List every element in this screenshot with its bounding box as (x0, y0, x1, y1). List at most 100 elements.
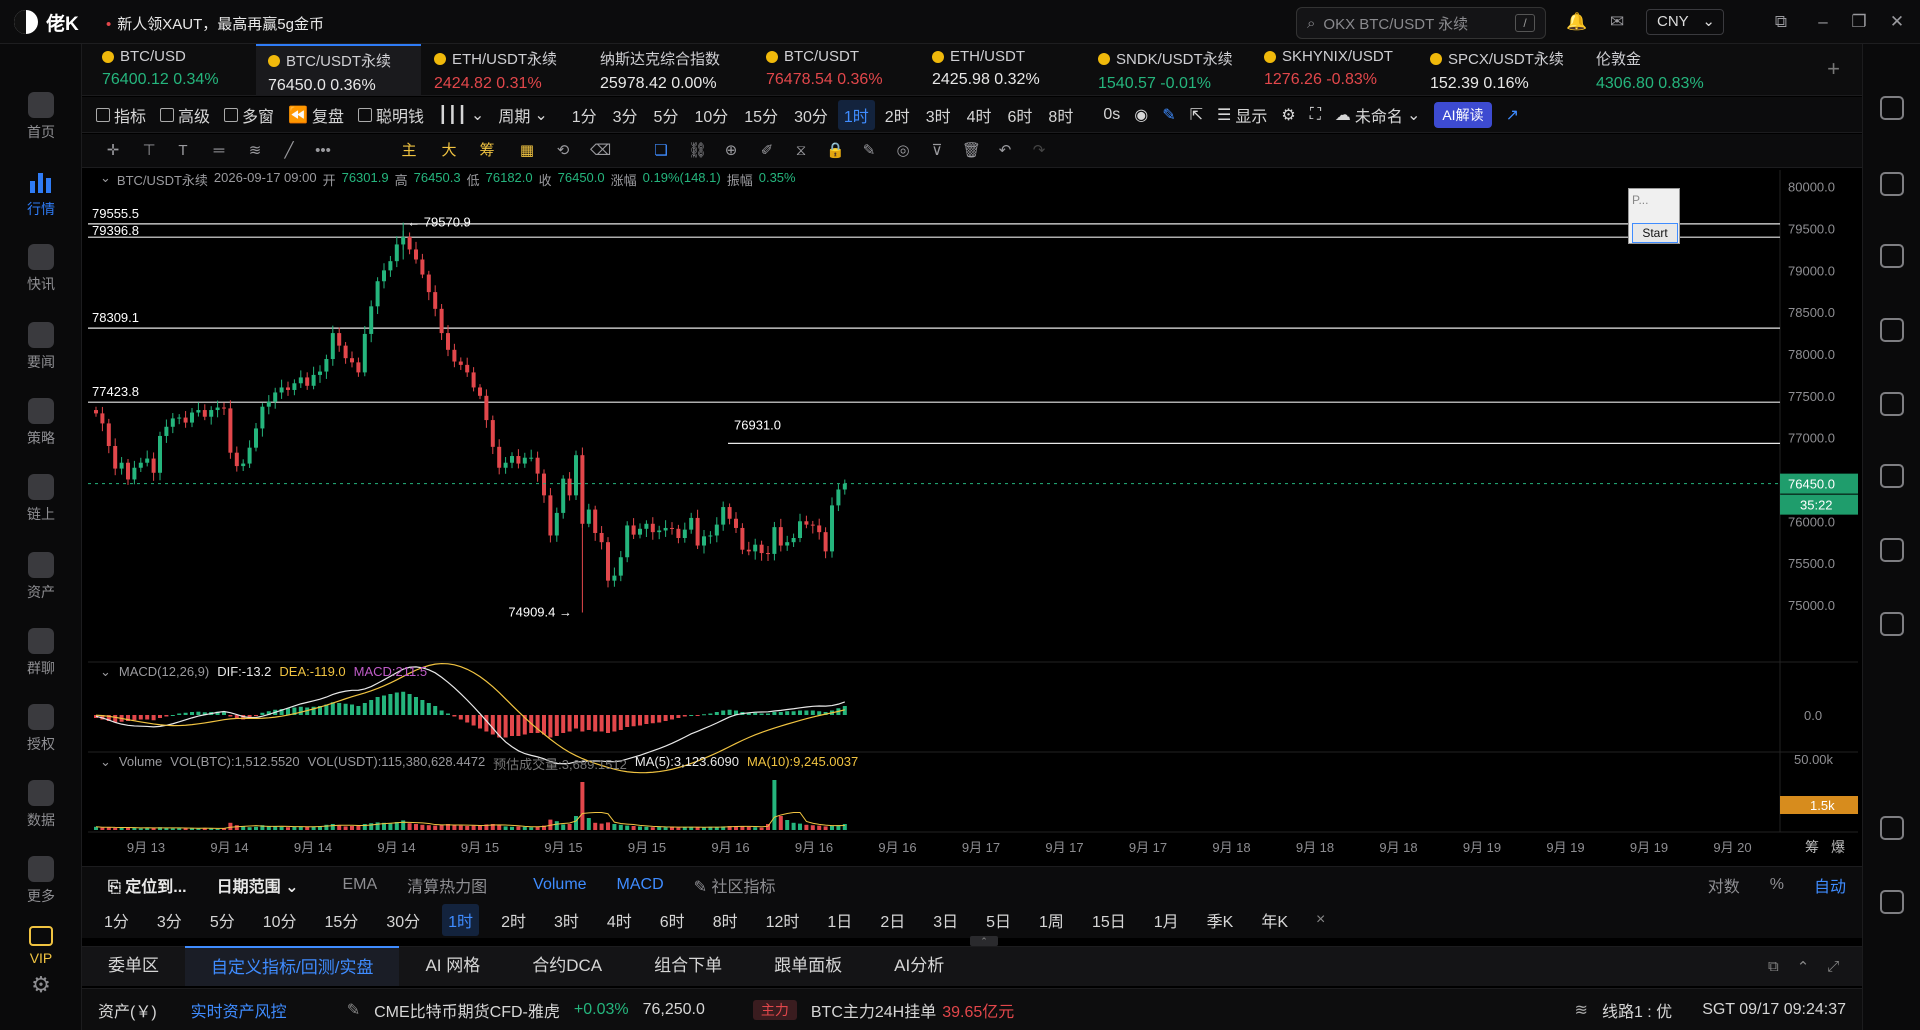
nav-item-11[interactable]: VIP (0, 926, 82, 966)
settings-icon[interactable]: ⚙ (0, 972, 82, 998)
announcement[interactable]: • 新人领XAUT，最高再赢5g金币 (106, 13, 324, 34)
ema-button[interactable]: EMA (342, 876, 377, 894)
close-icon[interactable]: ✕ (1886, 11, 1908, 33)
sidebar-tool-icon-7[interactable] (1880, 612, 1904, 636)
nav-item-2[interactable]: 快讯 (0, 244, 82, 294)
percent-scale-button[interactable]: % (1770, 876, 1784, 894)
ticker-7[interactable]: SKHYNIX/USDT 1276.26 -0.83% (1252, 44, 1417, 96)
ticker-0[interactable]: BTC/USD 76400.12 0.34% (90, 44, 255, 96)
bottom-period-6[interactable]: 1时 (442, 904, 480, 936)
bottom-tab-5[interactable]: 跟单面板 (748, 946, 868, 986)
nav-item-9[interactable]: 数据 (0, 780, 82, 830)
ticker-2[interactable]: ETH/USDT永续 2424.82 0.31% (422, 44, 587, 96)
bottom-period-9[interactable]: 4时 (601, 904, 638, 936)
nav-item-8[interactable]: 授权 (0, 704, 82, 754)
settings-icon[interactable]: ⚙ (1281, 105, 1295, 125)
bottom-period-3[interactable]: 10分 (257, 904, 303, 936)
dots-icon[interactable]: ••• (314, 142, 332, 160)
brush-icon[interactable]: ╱ (280, 142, 298, 160)
period-5[interactable]: 30分 (788, 100, 834, 130)
edit-icon[interactable]: ✎ (860, 142, 878, 160)
expand-icon[interactable]: ⤢ (1827, 958, 1839, 976)
bottom-period-8[interactable]: 3时 (548, 904, 585, 936)
community-indicator-button[interactable]: ✎ 社区指标 (694, 873, 776, 897)
popout-icon[interactable]: ⧉ (1770, 11, 1792, 33)
bottom-period-15[interactable]: 3日 (927, 904, 964, 936)
multi-window-button[interactable]: 多窗 (224, 103, 274, 127)
period-8[interactable]: 3时 (920, 100, 957, 130)
filter-icon[interactable]: ⊽ (928, 142, 946, 160)
period-1[interactable]: 3分 (607, 100, 644, 130)
collapse-icon[interactable]: ⌄ (100, 170, 111, 189)
chip-icon[interactable]: 筹 (478, 142, 496, 160)
bottom-tab-4[interactable]: 组合下单 (628, 946, 748, 986)
share-icon[interactable]: ⇱ (1190, 105, 1203, 125)
trendline-icon[interactable]: ⊤ (140, 142, 158, 160)
copy-icon[interactable]: ❏ (652, 142, 670, 160)
text-icon[interactable]: T (174, 142, 192, 160)
bottom-period-10[interactable]: 6时 (654, 904, 691, 936)
cursor-icon[interactable]: ✛ (104, 142, 122, 160)
bottom-period-14[interactable]: 2日 (874, 904, 911, 936)
bottom-tab-2[interactable]: AI 网格 (399, 946, 506, 986)
ticker-5[interactable]: ETH/USDT 2425.98 0.32% (920, 44, 1085, 96)
x-tail-label[interactable]: 爆 (1831, 839, 1845, 855)
heatmap-icon[interactable]: ▦ (518, 142, 536, 160)
collapse-panel-button[interactable]: ⌃ (970, 936, 998, 946)
replay-button[interactable]: ⏪ 复盘 (288, 103, 344, 127)
fib-icon[interactable]: ≋ (246, 142, 264, 160)
auto-scale-button[interactable]: 自动 (1814, 873, 1846, 897)
bottom-period-0[interactable]: 1分 (98, 904, 135, 936)
bottom-period-2[interactable]: 5分 (204, 904, 241, 936)
add-ticker-button[interactable]: + (1827, 56, 1840, 82)
magnet-icon[interactable]: ⟲ (554, 142, 572, 160)
bottom-period-20[interactable]: 季K (1201, 904, 1240, 936)
bottom-period-21[interactable]: 年K (1255, 904, 1294, 936)
nav-item-10[interactable]: 更多 (0, 856, 82, 906)
ticker-3[interactable]: 纳斯达克综合指数 25978.42 0.00% (588, 44, 753, 96)
mail-icon[interactable]: ✉ (1606, 11, 1628, 33)
locate-button[interactable]: ⎘ 定位到... (108, 873, 187, 897)
bottom-tab-6[interactable]: AI分析 (868, 946, 970, 986)
bottom-period-18[interactable]: 15日 (1086, 904, 1132, 936)
bottom-period-7[interactable]: 2时 (495, 904, 532, 936)
compare-icon[interactable]: ⧖ (792, 142, 810, 160)
trend-icon[interactable]: ↗ (1506, 105, 1519, 125)
sidebar-tool-icon-9[interactable] (1880, 890, 1904, 914)
period-6[interactable]: 1时 (837, 99, 875, 130)
close-icon[interactable]: × (1310, 907, 1331, 933)
big-order-icon[interactable]: 大 (440, 142, 458, 160)
sidebar-tool-icon-5[interactable] (1880, 464, 1904, 488)
sidebar-tool-icon-0[interactable] (1880, 96, 1904, 120)
ticker-9[interactable]: 伦敦金 4306.80 0.83% (1584, 44, 1749, 96)
restore-icon[interactable]: ❐ (1848, 11, 1870, 33)
nav-item-7[interactable]: 群聊 (0, 628, 82, 678)
hide-icon[interactable]: ◎ (894, 142, 912, 160)
chart-type-select[interactable]: ┃┃┃ ⌄ (438, 105, 484, 125)
ticker-6[interactable]: SNDK/USDT永续 1540.57 -0.01% (1086, 44, 1251, 96)
pen-icon[interactable]: ✐ (758, 142, 776, 160)
app-logo[interactable]: 佬K (14, 9, 79, 35)
period-11[interactable]: 8时 (1042, 100, 1079, 130)
bottom-tab-3[interactable]: 合约DCA (506, 946, 628, 986)
minimize-icon[interactable]: – (1812, 11, 1834, 33)
popout-icon[interactable]: ⧉ (1768, 958, 1779, 976)
nav-item-4[interactable]: 策略 (0, 398, 82, 448)
start-button[interactable]: Start (1632, 223, 1678, 243)
risk-control-link[interactable]: 实时资产风控 (191, 998, 287, 1022)
ticker-4[interactable]: BTC/USDT 76478.54 0.36% (754, 44, 919, 96)
bottom-period-4[interactable]: 15分 (319, 904, 365, 936)
collapse-icon[interactable]: ⌄ (100, 754, 111, 773)
advanced-button[interactable]: 高级 (160, 103, 210, 127)
ticker-8[interactable]: SPCX/USDT永续 152.39 0.16% (1418, 44, 1583, 96)
undo-icon[interactable]: ↶ (996, 142, 1014, 160)
camera-icon[interactable]: ◉ (1134, 105, 1148, 125)
ai-interpret-button[interactable]: AI解读 (1434, 101, 1492, 128)
sidebar-tool-icon-1[interactable] (1880, 172, 1904, 196)
bottom-period-11[interactable]: 8时 (707, 904, 744, 936)
bottom-period-16[interactable]: 5日 (980, 904, 1017, 936)
ruler-icon[interactable]: ═ (210, 142, 228, 160)
bell-icon[interactable]: 🔔 (1566, 11, 1588, 33)
nav-item-1[interactable]: 行情 (0, 169, 82, 219)
log-scale-button[interactable]: 对数 (1708, 873, 1740, 897)
